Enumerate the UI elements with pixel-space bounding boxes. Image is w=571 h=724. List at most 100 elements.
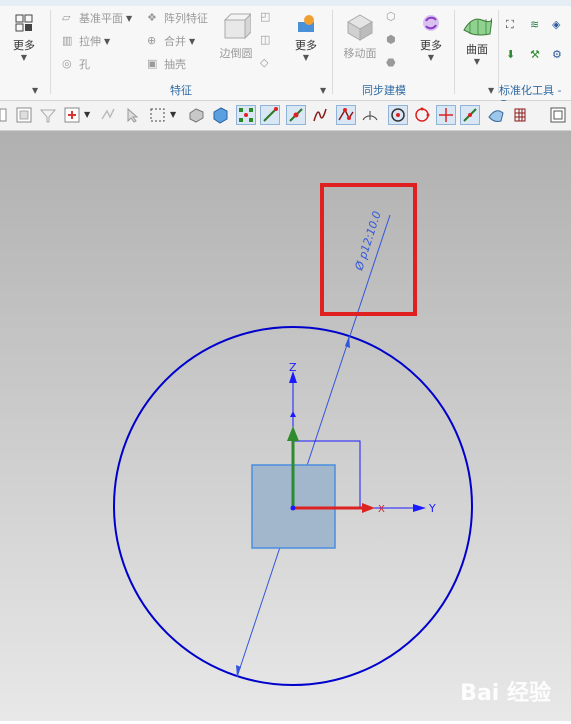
edge-blend-button[interactable]: 边倒圆 (216, 12, 256, 61)
selection-icon[interactable] (14, 105, 34, 125)
unite-button[interactable]: ⊕ 合并 ▼ (147, 33, 195, 49)
hole-button[interactable]: ◎ 孔 (62, 56, 90, 72)
unite-label: 合并 (164, 35, 186, 48)
arrow-down-icon: ⬇ (506, 48, 516, 61)
hole-label: 孔 (79, 58, 90, 71)
plane-icon: ▱ (62, 11, 71, 24)
shell-button[interactable]: ▣ 抽壳 (147, 56, 186, 72)
body-select-icon[interactable] (210, 105, 230, 125)
trim-button[interactable]: ◇ (260, 56, 274, 70)
std-tool-1-button[interactable]: ⛶ (506, 18, 520, 32)
shell-label: 抽壳 (164, 58, 186, 71)
more-button-2[interactable]: 更多 ▼ (287, 12, 325, 62)
axis-z-label: Z (289, 361, 297, 374)
chevron-down-icon[interactable]: ▼ (84, 105, 92, 130)
chevron-down-icon: ▼ (473, 57, 481, 66)
extrude-icon: ▥ (62, 34, 73, 47)
chevron-down-icon[interactable]: ▼ (170, 105, 178, 130)
move-face-label: 移动面 (343, 47, 377, 60)
chevron-down-icon: ▼ (20, 53, 28, 62)
more-button-1[interactable]: 更多 ▼ (6, 12, 42, 62)
surface-icon (463, 17, 493, 36)
replace-face-button[interactable]: ⬣ (386, 56, 400, 70)
graphics-viewport[interactable]: Ø p12:10.0 Z Y X Bai 经验 (0, 131, 571, 721)
more-label-3: 更多 (420, 39, 442, 52)
chamfer-button[interactable]: ◰ (260, 10, 274, 24)
group-title-feature: 特征 (170, 84, 192, 97)
snap-bounded-icon[interactable] (486, 105, 506, 125)
axis-red-arrow[interactable] (362, 503, 375, 513)
sync-icon (423, 15, 439, 31)
pull-face-button[interactable]: ⬡ (386, 10, 400, 24)
dimension-line[interactable] (236, 214, 391, 678)
snap-quadrant-icon[interactable] (412, 105, 432, 125)
selection-toolbar: ▼ ▼ (0, 101, 571, 131)
face-select-icon[interactable] (186, 105, 206, 125)
watermark: Bai 经验 (460, 681, 551, 706)
grid-icon (15, 14, 33, 32)
toolbar-dropdown[interactable] (0, 105, 8, 125)
replace-face-icon: ⬣ (386, 56, 396, 69)
viewport-canvas[interactable]: Ø p12:10.0 Z Y X (0, 131, 571, 721)
stack-icon: ≋ (530, 18, 540, 31)
ribbon-top-strip (0, 0, 571, 6)
deselect-icon[interactable] (98, 105, 118, 125)
surface-button[interactable]: 曲面 ▼ (458, 12, 496, 66)
axis-y-arrow (413, 504, 426, 512)
std-tool-2-button[interactable]: ≋ (530, 18, 544, 32)
view-icon[interactable] (548, 105, 568, 125)
separator (454, 10, 455, 94)
snap-grid-icon[interactable] (510, 105, 530, 125)
snap-curve-icon[interactable] (310, 105, 330, 125)
snap-midpoint-icon[interactable] (286, 105, 306, 125)
chevron-down-icon[interactable]: ▼ (320, 86, 326, 95)
separator (332, 10, 333, 94)
axis-z-tick (290, 411, 296, 417)
pattern-feature-button[interactable]: ❖ 阵列特征 (147, 10, 208, 26)
offset-region-icon: ⬢ (386, 33, 396, 46)
draft-icon: ◫ (260, 33, 271, 46)
std-tool-5-button[interactable]: ⚒ (530, 48, 544, 62)
unite-icon: ⊕ (147, 34, 157, 47)
frame-icon: ⛶ (506, 18, 514, 31)
origin-point[interactable] (290, 505, 296, 511)
draft-button[interactable]: ◫ (260, 33, 274, 47)
std-tool-4-button[interactable]: ⬇ (506, 48, 520, 62)
snap-endpoint-icon[interactable] (236, 105, 256, 125)
more-label-1: 更多 (13, 39, 35, 52)
snap-arc-center-icon[interactable] (360, 105, 380, 125)
datum-plane-button[interactable]: ▱ 基准平面 ▼ (62, 10, 132, 26)
axis-green-arrow[interactable] (287, 426, 299, 441)
extrude-label: 拉伸 (79, 35, 101, 48)
gear-icon: ⚙ (552, 48, 562, 61)
chevron-down-icon: ▼ (427, 53, 435, 62)
diameter-dimension-label[interactable]: Ø p12:10.0 (352, 210, 384, 273)
axis-x-label: X (378, 504, 385, 515)
snap-intersection-icon[interactable] (336, 105, 356, 125)
snap-point-on-curve-icon[interactable] (436, 105, 456, 125)
move-face-button[interactable]: 移动面 (340, 12, 380, 61)
snap-point-on-surface-icon[interactable] (460, 105, 480, 125)
rectangle-select-icon[interactable] (148, 105, 168, 125)
snap-line-icon[interactable] (260, 105, 280, 125)
std-tool-6-button[interactable]: ⚙ (552, 48, 566, 62)
group-title-sync: 同步建模 (362, 84, 406, 97)
extrude-button[interactable]: ▥ 拉伸 ▼ (62, 33, 110, 49)
datum-plane-label: 基准平面 (79, 12, 123, 25)
separator (50, 10, 51, 94)
offset-region-button[interactable]: ⬢ (386, 33, 400, 47)
cube-icon: ◈ (552, 18, 561, 31)
chevron-down-icon[interactable]: ▼ (488, 86, 494, 95)
std-tool-3-button[interactable]: ◈ (552, 18, 566, 32)
filter-icon[interactable] (38, 105, 58, 125)
pointer-icon[interactable] (122, 105, 142, 125)
tool-icon: ⚒ (530, 48, 540, 61)
more-label-2: 更多 (295, 39, 317, 52)
pattern-feature-label: 阵列特征 (164, 12, 208, 25)
chevron-down-icon: ▼ (104, 36, 111, 46)
chevron-down-icon[interactable]: ▼ (32, 86, 38, 95)
snap-center-icon[interactable] (388, 105, 408, 125)
snap-selection-icon[interactable] (62, 105, 82, 125)
shell-icon: ▣ (147, 57, 158, 70)
more-button-3[interactable]: 更多 ▼ (412, 12, 450, 62)
